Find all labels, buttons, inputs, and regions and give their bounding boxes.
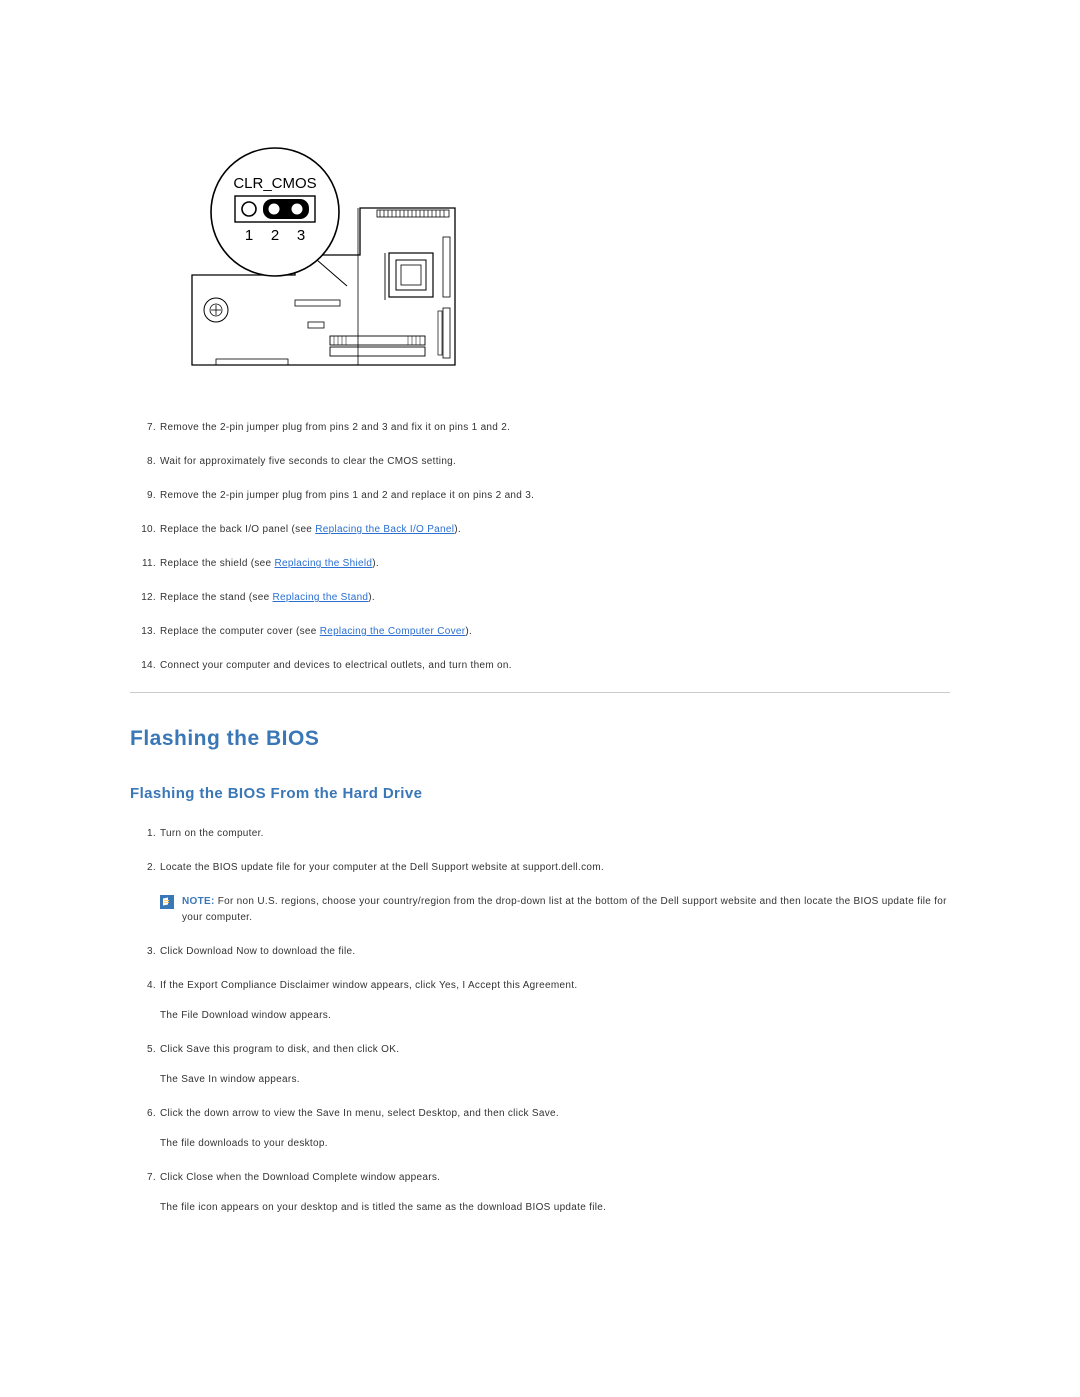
note-region: NOTE: For non U.S. regions, choose your …: [160, 894, 950, 926]
step-text: If the Export Compliance Disclaimer wind…: [160, 980, 577, 991]
step-12: 12.Replace the stand (see Replacing the …: [130, 590, 950, 606]
step-11: 11.Replace the shield (see Replacing the…: [130, 556, 950, 572]
step-14: 14.Connect your computer and devices to …: [130, 658, 950, 674]
step-b6: 6. Click the down arrow to view the Save…: [130, 1106, 950, 1152]
link-replacing-stand[interactable]: Replacing the Stand: [273, 592, 369, 603]
step-b3: 3.Click Download Now to download the fil…: [130, 944, 950, 960]
step-text: Replace the back I/O panel (see: [160, 524, 315, 535]
note-label: NOTE:: [182, 896, 215, 907]
step-b1: 1.Turn on the computer.: [130, 826, 950, 842]
pin-label-3: 3: [297, 227, 305, 244]
step-text: Connect your computer and devices to ele…: [160, 660, 512, 671]
step-text: Click Close when the Download Complete w…: [160, 1172, 440, 1183]
subsection-title-from-hard-drive: Flashing the BIOS From the Hard Drive: [130, 785, 950, 802]
pin-label-1: 1: [245, 227, 253, 244]
callout-label: CLR_CMOS: [233, 175, 316, 192]
step-sub: The file downloads to your desktop.: [160, 1136, 950, 1152]
step-7: 7.Remove the 2-pin jumper plug from pins…: [130, 420, 950, 436]
step-text: Remove the 2-pin jumper plug from pins 1…: [160, 490, 534, 501]
steps-flash-bios: 1.Turn on the computer. 2.Locate the BIO…: [130, 826, 950, 876]
link-replacing-shield[interactable]: Replacing the Shield: [275, 558, 373, 569]
step-text: Locate the BIOS update file for your com…: [160, 862, 604, 873]
section-separator: [130, 692, 950, 693]
step-text: Wait for approximately five seconds to c…: [160, 456, 456, 467]
step-b7: 7. Click Close when the Download Complet…: [130, 1170, 950, 1216]
steps-clear-cmos-continued: 7.Remove the 2-pin jumper plug from pins…: [130, 420, 950, 674]
link-replacing-computer-cover[interactable]: Replacing the Computer Cover: [320, 626, 466, 637]
steps-flash-bios-continued: 3.Click Download Now to download the fil…: [130, 944, 950, 1216]
step-b4: 4. If the Export Compliance Disclaimer w…: [130, 978, 950, 1024]
step-text: Turn on the computer.: [160, 828, 264, 839]
step-b2: 2.Locate the BIOS update file for your c…: [130, 860, 950, 876]
section-title-flashing-bios: Flashing the BIOS: [130, 727, 950, 751]
step-text: Click the down arrow to view the Save In…: [160, 1108, 559, 1119]
step-text: Click Download Now to download the file.: [160, 946, 355, 957]
step-9: 9.Remove the 2-pin jumper plug from pins…: [130, 488, 950, 504]
pin-label-2: 2: [271, 227, 279, 244]
step-sub: The File Download window appears.: [160, 1008, 950, 1024]
step-13: 13.Replace the computer cover (see Repla…: [130, 624, 950, 640]
step-sub: The file icon appears on your desktop an…: [160, 1200, 950, 1216]
step-b5: 5. Click Save this program to disk, and …: [130, 1042, 950, 1088]
step-text: Replace the stand (see: [160, 592, 273, 603]
note-text: For non U.S. regions, choose your countr…: [182, 896, 947, 923]
step-text: Replace the shield (see: [160, 558, 275, 569]
step-text: Replace the computer cover (see: [160, 626, 320, 637]
step-text: Remove the 2-pin jumper plug from pins 2…: [160, 422, 510, 433]
step-text: Click Save this program to disk, and the…: [160, 1044, 399, 1055]
step-10: 10.Replace the back I/O panel (see Repla…: [130, 522, 950, 538]
step-sub: The Save In window appears.: [160, 1072, 950, 1088]
link-replacing-back-io-panel[interactable]: Replacing the Back I/O Panel: [315, 524, 454, 535]
motherboard-diagram: CLR_CMOS 1 2 3: [180, 140, 950, 380]
step-8: 8.Wait for approximately five seconds to…: [130, 454, 950, 470]
note-icon: [160, 895, 174, 909]
